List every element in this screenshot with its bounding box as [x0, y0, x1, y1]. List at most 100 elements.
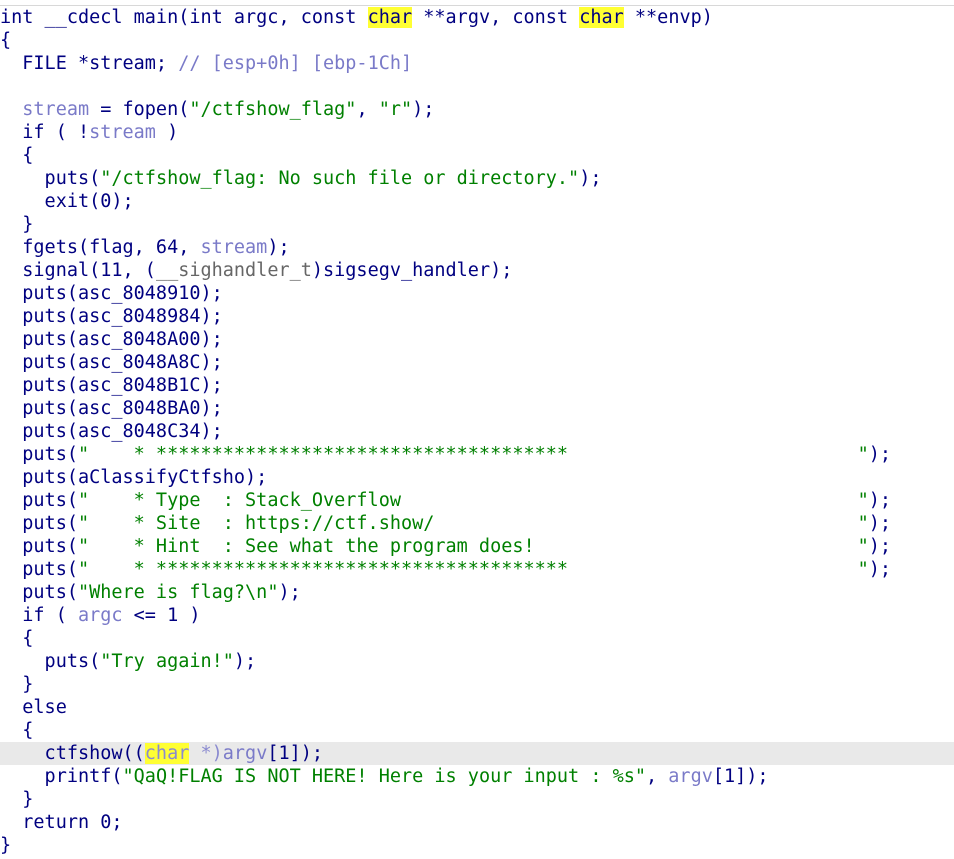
code-token: FILE *stream; [0, 53, 179, 74]
code-line[interactable]: { [0, 719, 954, 742]
code-line[interactable]: puts(asc_8048C34); [0, 420, 954, 443]
code-token: ); [233, 651, 257, 672]
code-token: ); [579, 168, 602, 189]
code-token: else [0, 697, 67, 718]
code-line[interactable]: puts(" * Hint : See what the program doe… [0, 535, 954, 558]
code-line[interactable]: puts("Where is flag?\n"); [0, 581, 954, 604]
code-line[interactable]: puts(asc_8048BA0); [0, 397, 954, 420]
code-token: } [0, 835, 12, 856]
code-line[interactable]: puts(asc_8048B1C); [0, 374, 954, 397]
code-token: argc [77, 605, 123, 626]
highlighted-token: char [367, 7, 413, 28]
code-token: puts(asc_8048984); [0, 306, 223, 327]
code-token: puts( [0, 444, 78, 465]
code-line[interactable]: puts(" * Site : https://ctf.show/ "); [0, 512, 954, 535]
code-line[interactable]: puts("/ctfshow_flag: No such file or dir… [0, 167, 954, 190]
code-line[interactable]: puts(" * *******************************… [0, 558, 954, 581]
code-token: ); [267, 237, 290, 258]
code-line[interactable]: puts(asc_8048A00); [0, 328, 954, 351]
code-token: { [0, 628, 34, 649]
code-token: ); [868, 490, 892, 511]
code-line[interactable]: stream = fopen("/ctfshow_flag", "r"); [0, 98, 954, 121]
code-token: puts( [0, 559, 78, 580]
code-line[interactable]: { [0, 29, 954, 52]
code-token: ); [412, 99, 435, 120]
code-line[interactable]: signal(11, (__sighandler_t)sigsegv_handl… [0, 259, 954, 282]
code-token: ) [155, 122, 179, 143]
code-token: puts(asc_8048A00); [0, 329, 223, 350]
pseudocode-editor[interactable]: int __cdecl main(int argc, const char **… [0, 6, 954, 857]
code-token: puts( [0, 651, 101, 672]
code-line[interactable]: puts("Try again!"); [0, 650, 954, 673]
code-line[interactable]: puts(" * Type : Stack_Overflow "); [0, 489, 954, 512]
code-token: ); [868, 513, 892, 534]
code-token: ); [278, 582, 301, 603]
code-line[interactable]: { [0, 627, 954, 650]
code-token: , [646, 766, 669, 787]
code-line[interactable]: } [0, 213, 954, 236]
code-line[interactable]: fgets(flag, 64, stream); [0, 236, 954, 259]
code-line[interactable]: int __cdecl main(int argc, const char **… [0, 6, 954, 29]
code-token: puts(asc_8048B1C); [0, 375, 223, 396]
code-token: printf( [0, 766, 123, 787]
code-line[interactable]: FILE *stream; // [esp+0h] [ebp-1Ch] [0, 52, 954, 75]
code-token: { [0, 145, 34, 166]
code-token: { [0, 30, 12, 51]
code-token: stream [22, 99, 90, 120]
code-line[interactable]: { [0, 144, 954, 167]
code-line[interactable]: if ( !stream ) [0, 121, 954, 144]
code-token: exit(0); [0, 191, 134, 212]
code-line[interactable]: } [0, 788, 954, 811]
code-token: puts( [0, 168, 101, 189]
code-line[interactable]: puts(" * *******************************… [0, 443, 954, 466]
code-line[interactable]: } [0, 673, 954, 696]
code-token: if ( [0, 605, 78, 626]
code-token: int __cdecl main(int argc, const [0, 7, 368, 28]
code-token: " * ************************************… [77, 444, 869, 465]
code-token: { [0, 720, 34, 741]
code-line[interactable]: puts(asc_8048984); [0, 305, 954, 328]
code-token: puts(asc_8048BA0); [0, 398, 223, 419]
code-token: ); [868, 444, 892, 465]
code-line[interactable]: puts(aClassifyCtfsho); [0, 466, 954, 489]
code-line[interactable]: puts(asc_8048A8C); [0, 351, 954, 374]
code-token: "/ctfshow_flag: No such file or director… [100, 168, 580, 189]
code-token: fgets(flag, 64, [0, 237, 201, 258]
code-token: "/ctfshow_flag" [189, 99, 357, 120]
code-token: "Where is flag?\n" [77, 582, 279, 603]
code-token: puts(asc_8048910); [0, 283, 223, 304]
code-line-current[interactable]: ctfshow((char *)argv[1]); [0, 742, 954, 765]
code-token: puts( [0, 536, 78, 557]
code-line[interactable]: printf("QaQ!FLAG IS NOT HERE! Here is yo… [0, 765, 954, 788]
code-line[interactable]: if ( argc <= 1 ) [0, 604, 954, 627]
code-token: " * Hint : See what the program does! " [77, 536, 869, 557]
code-token: puts( [0, 490, 78, 511]
code-token: return 0; [0, 812, 123, 833]
code-line[interactable]: exit(0); [0, 190, 954, 213]
code-line[interactable]: } [0, 834, 954, 857]
code-line[interactable]: return 0; [0, 811, 954, 834]
code-line[interactable]: else [0, 696, 954, 719]
code-token: " * ************************************… [77, 559, 869, 580]
highlighted-token: char [144, 743, 190, 764]
code-token: // [esp+0h] [ebp-1Ch] [178, 53, 413, 74]
code-token: stream [200, 237, 268, 258]
code-token: } [0, 214, 34, 235]
code-token: signal(11, ( [0, 260, 156, 281]
code-token: stream [89, 122, 156, 143]
code-token: " * Type : Stack_Overflow " [77, 490, 869, 511]
code-token: = fopen( [89, 99, 190, 120]
code-token: puts(asc_8048C34); [0, 421, 223, 442]
code-line[interactable] [0, 75, 954, 98]
code-token: [1]); [267, 743, 324, 764]
code-token: [1]); [712, 766, 769, 787]
code-token: " * Site : https://ctf.show/ " [77, 513, 869, 534]
code-token: argv [668, 766, 713, 787]
code-token: puts( [0, 513, 78, 534]
code-token: argv [222, 743, 268, 764]
code-token: *) [189, 743, 223, 764]
code-token: **argv, const [412, 7, 580, 28]
code-token: <= 1 ) [122, 605, 201, 626]
code-line[interactable]: puts(asc_8048910); [0, 282, 954, 305]
